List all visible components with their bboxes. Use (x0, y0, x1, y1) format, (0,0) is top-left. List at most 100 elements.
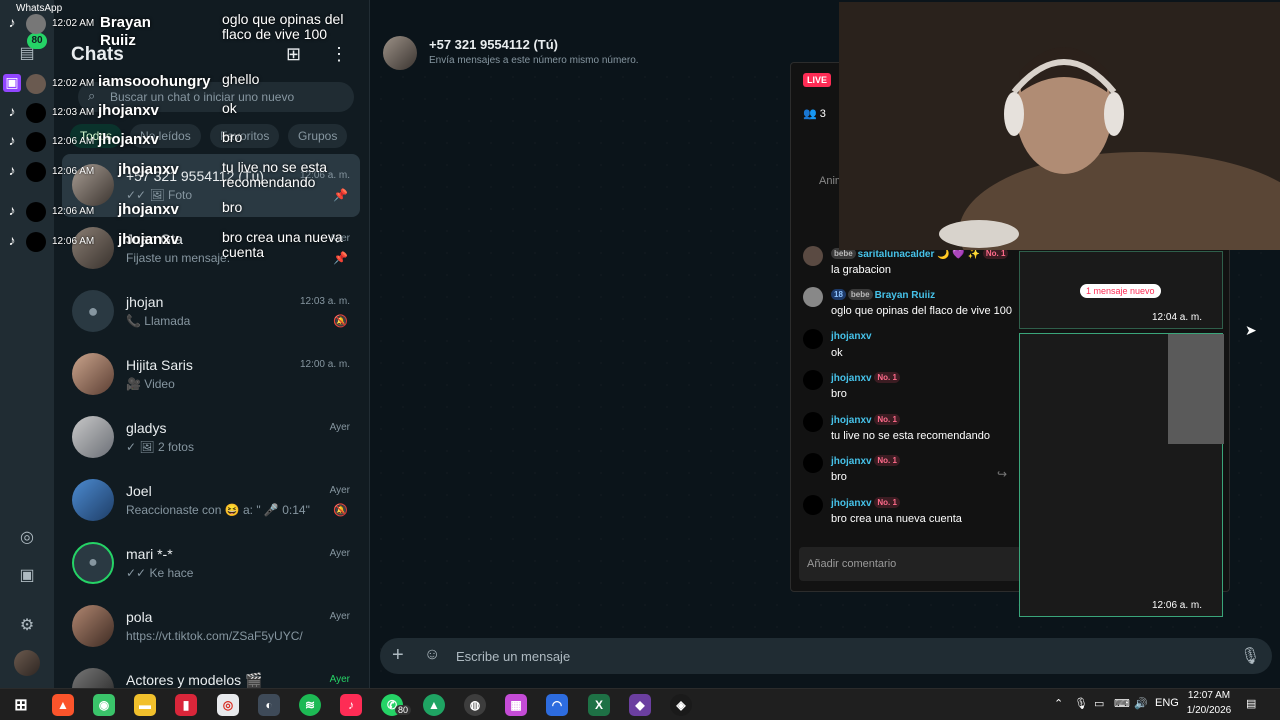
comment-user: jhojanxv No. 1 (831, 455, 902, 467)
avatar (803, 453, 823, 473)
avatar (26, 202, 46, 222)
contact-name: +57 321 9554112 (Tú) (429, 37, 559, 52)
tiktok-icon[interactable]: ♪ (340, 694, 362, 716)
app-icon[interactable]: ◉ (93, 694, 115, 716)
app-icon[interactable]: ◈ (670, 694, 692, 716)
comment-user: 18 bebe Brayan Ruiiz (831, 289, 935, 301)
comment-text: ok (831, 347, 843, 359)
obs-icon[interactable]: ◍ (464, 694, 486, 716)
app-icon[interactable]: ▲ (423, 694, 445, 716)
tiktok-icon: ♪ (8, 202, 16, 218)
emoji-icon[interactable]: ☺ (424, 646, 440, 664)
app-icon[interactable]: ▦ (505, 694, 527, 716)
avatar (26, 74, 46, 94)
clock-time[interactable]: 12:07 AM (1186, 690, 1232, 701)
username: jhojanxv (118, 201, 179, 218)
whatsapp-badge: 80 (395, 705, 412, 715)
default-avatar-icon: ● (72, 542, 114, 584)
time: 12:02 AM (52, 18, 95, 29)
twitch-icon: ▣ (3, 74, 21, 92)
avatar (803, 246, 823, 266)
tray-mic-icon[interactable]: 🎙 (1074, 697, 1088, 710)
clock-date[interactable]: 1/20/2026 (1184, 705, 1234, 716)
chat-preview: 📞 Llamada (126, 314, 191, 328)
avatar (72, 479, 114, 521)
chat-time: Ayer (329, 485, 350, 496)
chat-item-mari[interactable]: ● mari *-* Ayer ✓✓ Ke hace (62, 532, 360, 595)
settings-icon[interactable]: ⚙ (14, 612, 40, 638)
status-icon[interactable]: ◎ (14, 524, 40, 550)
tiktok-icon: ♪ (8, 14, 16, 30)
comment-text: bro (831, 471, 847, 483)
file-explorer-icon[interactable]: ▬ (134, 694, 156, 716)
tag: 18 (831, 289, 846, 300)
username: jhojanxv (98, 131, 159, 148)
excel-icon[interactable]: X (588, 694, 610, 716)
chat-item-pola[interactable]: pola Ayer https://vt.tiktok.com/ZSaF5yUY… (62, 595, 360, 658)
contact-subtitle: Envía mensajes a este número mismo númer… (429, 55, 639, 66)
default-avatar-icon: ● (72, 290, 114, 332)
comment-text: bro (831, 388, 847, 400)
avatar (72, 416, 114, 458)
overlay-message: ♪ 12:06 AM jhojanxv bro (0, 198, 360, 228)
network-icon[interactable]: ⌨ (1114, 697, 1130, 710)
message: ok (222, 100, 237, 116)
notification-icon[interactable]: ▤ (1246, 697, 1256, 710)
chat-item-actores[interactable]: Actores y modelos 🎬 Ayer (62, 658, 360, 688)
attach-plus-icon[interactable]: + (392, 644, 404, 667)
time: 12:06 AM (52, 166, 95, 177)
whatsapp-window: ▤ 80 ◎ ▣ ⚙ Chats ⊞ ⋮ ⌕ Todos No leídos F… (0, 0, 1280, 688)
overlay-message: ♪ 12:06 AM jhojanxv tu live no se esta r… (0, 158, 360, 190)
tag: No. 1 (874, 414, 900, 425)
new-message-pill[interactable]: 1 mensaje nuevo (1080, 284, 1161, 298)
share-icon[interactable]: ↪ (997, 467, 1007, 481)
contact-avatar[interactable] (383, 36, 417, 70)
message: oglo que opinas del flaco de vive 100 (222, 11, 344, 42)
language-indicator[interactable]: ENG (1155, 697, 1179, 709)
webcam-overlay (839, 2, 1280, 250)
brave-icon[interactable]: ▲ (52, 694, 74, 716)
battery-icon[interactable]: ▭ (1094, 697, 1104, 710)
tray-chevron-icon[interactable]: ⌃ (1054, 697, 1063, 710)
viewers-icon: 👥 (803, 108, 817, 120)
avatar (803, 329, 823, 349)
chat-item-gladys[interactable]: gladys Ayer ✓ 🖼 2 fotos (62, 406, 360, 469)
comment-text: oglo que opinas del flaco de vive 100 (831, 305, 1013, 317)
chrome-icon[interactable]: ◎ (217, 694, 239, 716)
username: jhojanxv (831, 415, 872, 426)
comment-text: tu live no se esta recomendando (831, 430, 990, 442)
avatar (26, 162, 46, 182)
volume-icon[interactable]: 🔊 (1134, 697, 1148, 710)
chat-item-jhojan[interactable]: ● jhojan 12:03 a. m. 📞 Llamada 🔕 (62, 280, 360, 343)
nested-time: 12:04 a. m. (1152, 312, 1203, 323)
app-icon[interactable]: ◠ (546, 694, 568, 716)
chat-time: Ayer (329, 674, 350, 685)
overlay-message: ♪ 12:03 AM jhojanxv ok (0, 99, 360, 129)
chat-item-joel[interactable]: Joel Ayer Reaccionaste con 😆 a: " 🎤 0:14… (62, 469, 360, 532)
mic-icon[interactable]: 🎙 (1240, 646, 1260, 666)
profile-avatar[interactable] (14, 650, 40, 676)
overlay-message: ♪ 12:02 AM Brayan Ruiiz oglo que opinas … (0, 10, 360, 50)
avatar (72, 605, 114, 647)
chat-time: Ayer (329, 548, 350, 559)
comment-input[interactable] (807, 547, 1007, 581)
chat-preview: https://vt.tiktok.com/ZSaF5yUYC/ (126, 629, 303, 643)
overlay-chat: WhatsApp ♪ 12:02 AM Brayan Ruiiz oglo qu… (0, 0, 360, 260)
chat-name: gladys (126, 420, 167, 436)
visual-studio-icon[interactable]: ◆ (629, 694, 651, 716)
live-badge: LIVE (803, 73, 832, 87)
comment-text: bro crea una nueva cuenta (831, 513, 962, 525)
chat-item-hijita-saris[interactable]: Hijita Saris 12:00 a. m. 🎥 Video (62, 343, 360, 406)
tiktok-icon: ♪ (8, 162, 16, 178)
app-icon[interactable]: ◐ (258, 694, 280, 716)
username: Brayan Ruiiz (874, 290, 936, 301)
message: ghello (222, 71, 260, 87)
app-red-icon[interactable]: ▮ (175, 694, 197, 716)
media-icon[interactable]: ▣ (14, 562, 40, 588)
chat-name: Joel (126, 483, 152, 499)
message-input[interactable] (456, 638, 1156, 674)
windows-start-icon[interactable]: ⊞ (10, 694, 32, 716)
spotify-icon[interactable]: ≋ (299, 694, 321, 716)
message: bro crea una nueva cuenta (222, 229, 343, 260)
message-composer: + ☺ 🎙 (380, 638, 1272, 674)
